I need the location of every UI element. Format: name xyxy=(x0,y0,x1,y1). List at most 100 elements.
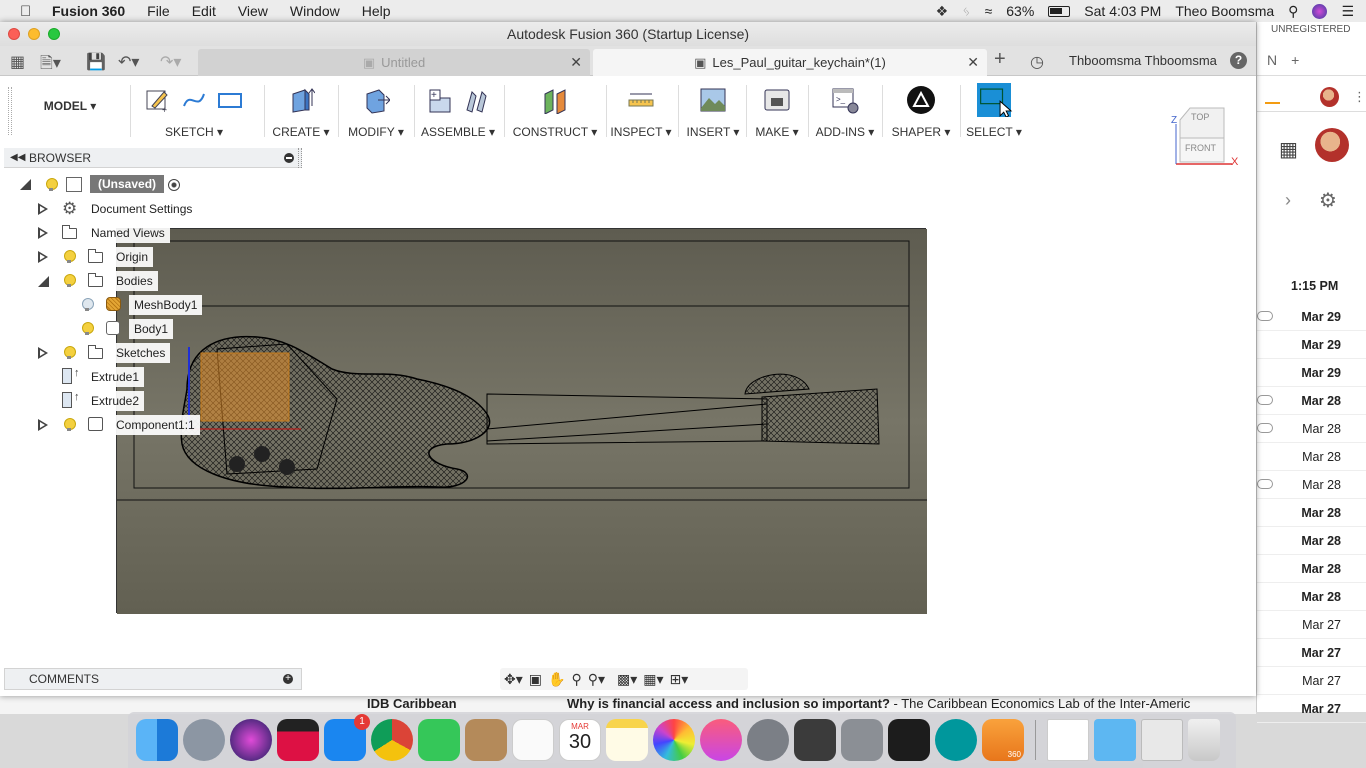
sketch-group[interactable]: + SKETCH ▾ xyxy=(136,83,252,139)
zoom-window-button[interactable] xyxy=(48,28,60,40)
create-sketch-icon[interactable]: + xyxy=(144,86,172,114)
battery-percent[interactable]: 63% xyxy=(1006,3,1034,19)
visibility-bulb-icon[interactable] xyxy=(64,274,76,288)
folder-dock-icon[interactable] xyxy=(1094,719,1136,761)
chevron-right-icon[interactable]: › xyxy=(1285,190,1291,211)
menu-help[interactable]: Help xyxy=(362,3,391,19)
viewcube-top-label[interactable]: TOP xyxy=(1191,112,1209,122)
file-menu-icon[interactable]: 🗎▾ xyxy=(40,52,61,79)
tab-untitled[interactable]: ▣ Untitled ✕ xyxy=(198,49,590,76)
amazon-icon[interactable] xyxy=(1265,89,1281,104)
browser-node-origin[interactable]: Origin xyxy=(0,246,300,268)
visibility-bulb-icon[interactable] xyxy=(46,178,58,192)
mail-list-row[interactable]: Mar 28 xyxy=(1257,583,1366,611)
wifi-icon[interactable]: ≈ xyxy=(985,3,993,19)
node-label[interactable]: Body1 xyxy=(129,319,174,339)
mail-list-row[interactable]: Mar 29 xyxy=(1257,359,1366,387)
insert-group[interactable]: INSERT ▾ xyxy=(684,83,742,139)
visibility-bulb-icon[interactable] xyxy=(64,250,76,264)
node-label[interactable]: Origin xyxy=(111,247,154,267)
mail-list-row[interactable]: Mar 28 xyxy=(1257,415,1366,443)
save-icon[interactable]: 💾 xyxy=(86,52,106,72)
create-label[interactable]: CREATE ▾ xyxy=(270,125,332,139)
menu-window[interactable]: Window xyxy=(290,3,340,19)
apple-icon[interactable]:  xyxy=(20,3,38,20)
chrome-icon[interactable] xyxy=(371,719,413,761)
undo-icon[interactable]: ↶▾ xyxy=(118,52,139,72)
modify-label[interactable]: MODIFY ▾ xyxy=(344,125,408,139)
add-comment-icon[interactable]: + xyxy=(283,674,293,684)
sketch-label[interactable]: SKETCH ▾ xyxy=(136,125,252,139)
root-label[interactable]: (Unsaved) xyxy=(90,175,165,193)
spotlight-icon[interactable]: ⚲ xyxy=(1288,3,1298,20)
profile-avatar[interactable] xyxy=(1315,128,1349,162)
browser-resize-handle[interactable] xyxy=(298,148,302,168)
mail-list-row[interactable]: Mar 28 xyxy=(1257,499,1366,527)
tab-les-paul[interactable]: ▣ Les_Paul_guitar_keychain*(1) ✕ xyxy=(593,49,987,76)
insert-label[interactable]: INSERT ▾ xyxy=(684,125,742,139)
menu-edit[interactable]: Edit xyxy=(192,3,216,19)
activate-radio-icon[interactable] xyxy=(168,179,180,191)
calendar-icon[interactable]: MAR 30 xyxy=(559,719,601,761)
collapse-triangle-icon[interactable] xyxy=(20,179,31,190)
siri-dock-icon[interactable] xyxy=(230,719,272,761)
mail-list-row[interactable]: Mar 27 xyxy=(1257,639,1366,667)
menu-view[interactable]: View xyxy=(238,3,268,19)
display-settings-icon[interactable]: ▩▾ xyxy=(617,671,637,688)
node-label[interactable]: Sketches xyxy=(111,343,171,363)
orbit-icon[interactable]: ✥▾ xyxy=(504,671,523,688)
new-component-icon[interactable]: + xyxy=(426,86,454,114)
bluetooth-icon[interactable]: ᛃ xyxy=(962,3,970,19)
settings-gear-icon[interactable]: ⚙ xyxy=(1319,188,1337,213)
collapse-triangle-icon[interactable] xyxy=(38,276,49,287)
viewcube[interactable]: TOP FRONT X Z xyxy=(1170,102,1240,172)
browser-node-extrude2[interactable]: ↑ Extrude2 xyxy=(0,390,300,412)
app-store-icon[interactable]: 1 xyxy=(324,714,370,761)
photo-booth-icon[interactable] xyxy=(277,719,319,761)
construct-label[interactable]: CONSTRUCT ▾ xyxy=(510,125,600,139)
battery-icon[interactable] xyxy=(1048,5,1071,17)
line-icon[interactable] xyxy=(180,86,208,114)
launchpad-icon[interactable] xyxy=(183,719,225,761)
redo-icon[interactable]: ↷▾ xyxy=(160,52,181,72)
joint-icon[interactable] xyxy=(462,86,490,114)
apps-grid-icon[interactable]: ▦ xyxy=(1279,137,1298,162)
contacts-icon[interactable] xyxy=(465,719,507,761)
notification-center-icon[interactable]: ☰ xyxy=(1341,3,1354,20)
terminal-icon[interactable] xyxy=(888,719,930,761)
system-preferences-icon[interactable] xyxy=(747,719,789,761)
finder-icon[interactable] xyxy=(136,719,178,761)
mail-list-row[interactable]: Mar 29 xyxy=(1257,303,1366,331)
node-label[interactable]: Bodies xyxy=(111,271,158,291)
photos-icon[interactable] xyxy=(653,719,695,761)
inspect-group[interactable]: INSPECT ▾ xyxy=(610,83,672,139)
close-tab-untitled-icon[interactable]: ✕ xyxy=(570,54,582,71)
node-label[interactable]: Extrude1 xyxy=(86,367,145,387)
inspect-label[interactable]: INSPECT ▾ xyxy=(610,125,672,139)
node-label[interactable]: MeshBody1 xyxy=(129,295,203,315)
mail-list-row[interactable]: Mar 27 xyxy=(1257,695,1366,723)
grid-settings-icon[interactable]: ▦▾ xyxy=(643,671,663,688)
fit-icon[interactable]: ⚲▾ xyxy=(588,671,605,688)
clock[interactable]: Sat 4:03 PM xyxy=(1084,3,1161,19)
look-at-icon[interactable]: ▣ xyxy=(529,671,542,688)
browser-node-named-views[interactable]: Named Views xyxy=(0,222,300,244)
rectangle-icon[interactable] xyxy=(216,86,244,114)
visibility-bulb-icon[interactable] xyxy=(64,346,76,360)
visibility-bulb-icon[interactable] xyxy=(64,418,76,432)
insert-image-icon[interactable] xyxy=(699,86,727,114)
scripts-addins-icon[interactable]: >_ xyxy=(831,86,859,114)
browser-node-meshbody1[interactable]: MeshBody1 xyxy=(0,294,300,316)
mail-list-row[interactable]: Mar 28 xyxy=(1257,471,1366,499)
reminders-icon[interactable] xyxy=(512,719,554,761)
make-label[interactable]: MAKE ▾ xyxy=(750,125,804,139)
measure-icon[interactable] xyxy=(627,86,655,114)
extrude-icon[interactable] xyxy=(287,86,315,114)
new-tab-icon[interactable]: + xyxy=(994,48,1006,71)
mail-list-row[interactable]: Mar 28 xyxy=(1257,443,1366,471)
addins-group[interactable]: >_ ADD-INS ▾ xyxy=(812,83,878,139)
music-icon[interactable] xyxy=(700,719,742,761)
shaper-icon[interactable] xyxy=(907,86,935,114)
mail-list-row[interactable]: Mar 29 xyxy=(1257,331,1366,359)
construct-group[interactable]: CONSTRUCT ▾ xyxy=(510,83,600,139)
